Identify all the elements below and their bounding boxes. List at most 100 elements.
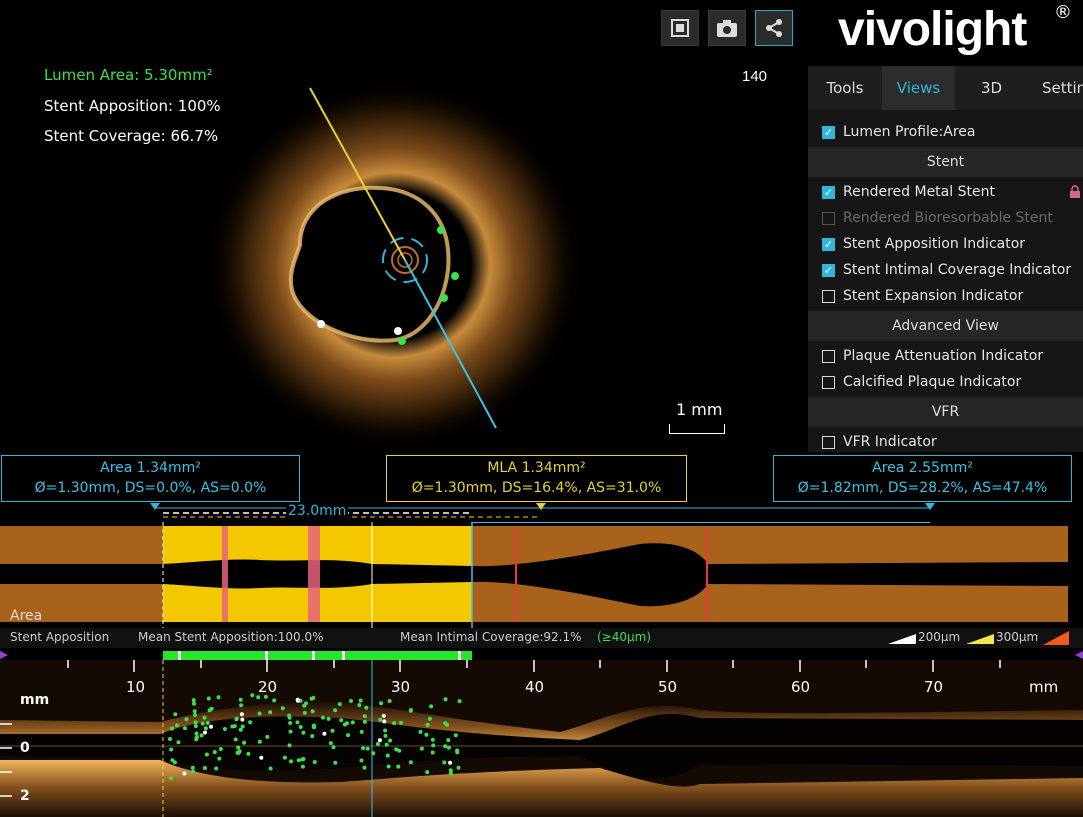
strut-dot — [385, 753, 390, 758]
checkbox-checked-icon[interactable]: ✓ — [822, 237, 835, 251]
strut-dot — [330, 728, 335, 733]
strut-dot — [222, 727, 227, 731]
strut-dot — [295, 720, 300, 725]
strut-dot — [425, 722, 430, 727]
checkbox-unchecked-icon[interactable] — [822, 375, 835, 389]
strut-dot — [202, 715, 207, 720]
checkbox-unchecked-icon[interactable] — [822, 435, 835, 449]
strut-dot — [387, 699, 392, 703]
strut-dot — [182, 771, 187, 776]
strut-dot — [280, 706, 285, 711]
mla-box[interactable]: MLA 1.34mm² Ø=1.30mm, DS=16.4%, AS=31.0% — [386, 455, 687, 502]
x-tick-label: 40 — [525, 678, 545, 696]
strut-dot — [175, 723, 179, 728]
strut-dot — [190, 765, 195, 770]
checkbox-unchecked-icon[interactable] — [822, 349, 835, 363]
strut-dot — [309, 696, 314, 701]
rendered-bioresorbable-stent-option: Rendered Bioresorbable Stent — [808, 205, 1083, 231]
strut-dot — [399, 720, 404, 725]
lumen-area-profile[interactable]: Area — [0, 522, 1083, 628]
strut-dot — [443, 721, 448, 726]
strut-dot — [203, 730, 207, 735]
tab-views[interactable]: Views — [882, 66, 955, 110]
frame-number: 140 — [742, 68, 768, 85]
strut — [440, 294, 448, 302]
strut-dot — [382, 719, 387, 724]
option-label: Stent Apposition Indicator — [843, 236, 1026, 252]
strut-dot — [170, 726, 174, 731]
tab-bar: Tools Views 3D Setting — [808, 66, 1083, 110]
strut-dot — [321, 715, 325, 720]
strut — [398, 337, 406, 345]
checkbox-checked-icon[interactable]: ✓ — [822, 185, 835, 199]
stent-expansion-indicator-option[interactable]: Stent Expansion Indicator — [808, 283, 1083, 309]
strut-dot — [388, 738, 392, 743]
section-vfr-header: VFR — [808, 397, 1083, 427]
strut-dot — [199, 733, 204, 738]
strut-dot — [268, 766, 273, 771]
stent-length-label: 23.0mm — [286, 503, 349, 519]
scale-label: 1 mm — [676, 400, 723, 419]
cross-section-view[interactable]: Lumen Area: 5.30mm² Stent Apposition: 10… — [0, 0, 808, 452]
strut-dot — [200, 721, 205, 726]
strut-dot — [218, 747, 223, 751]
strut-dot — [169, 747, 174, 752]
strut-dot — [310, 709, 315, 714]
mla-title: MLA 1.34mm² — [487, 460, 586, 476]
legend-orange-icon — [1043, 631, 1069, 645]
lumen-area-readout: Lumen Area: 5.30mm² — [44, 66, 213, 84]
strut-dot — [172, 760, 177, 765]
share-button[interactable] — [755, 10, 793, 46]
checkbox-unchecked-icon[interactable] — [822, 289, 835, 303]
stent-intimal-coverage-option[interactable]: ✓ Stent Intimal Coverage Indicator — [808, 257, 1083, 283]
lumen-profile-option[interactable]: ✓ Lumen Profile:Area — [808, 119, 1083, 145]
strut-dot — [239, 712, 244, 717]
plaque-attenuation-option[interactable]: Plaque Attenuation Indicator — [808, 343, 1083, 369]
strut-dot — [442, 760, 447, 765]
strut-dot — [217, 756, 222, 761]
strut-dot — [289, 759, 293, 764]
strut-dot — [282, 755, 287, 760]
option-label: Stent Intimal Coverage Indicator — [843, 262, 1072, 278]
strut-dot — [322, 731, 327, 736]
coverage-threshold: (≥40μm) — [597, 630, 652, 644]
strut-dot — [250, 693, 255, 698]
strut-dot — [298, 725, 303, 729]
strut-dot — [232, 724, 237, 729]
vfr-indicator-option[interactable]: VFR Indicator — [808, 429, 1083, 452]
tab-3d[interactable]: 3D — [955, 66, 1028, 110]
right-marker-icon — [925, 503, 935, 510]
tab-tools[interactable]: Tools — [808, 66, 882, 110]
fullscreen-button[interactable] — [661, 10, 699, 46]
strut-dot — [203, 726, 208, 731]
calcified-plaque-option[interactable]: Calcified Plaque Indicator — [808, 369, 1083, 395]
checkbox-checked-icon[interactable]: ✓ — [822, 263, 835, 277]
strut-dot — [169, 776, 174, 781]
tab-setting[interactable]: Setting — [1028, 66, 1083, 110]
longitudinal-view[interactable]: 10 20 30 40 50 60 70 mm mm 0 2 — [0, 660, 1083, 817]
apposition-bar[interactable] — [0, 648, 1083, 663]
camera-button[interactable] — [708, 10, 746, 46]
stent-apposition-indicator-option[interactable]: ✓ Stent Apposition Indicator — [808, 231, 1083, 257]
left-reference-title: Area 1.34mm² — [100, 460, 201, 476]
lock-icon — [1070, 185, 1080, 198]
strut-dot — [240, 724, 245, 729]
strut-dot — [446, 738, 451, 743]
registered-mark: ® — [1054, 2, 1072, 23]
left-reference-box[interactable]: Area 1.34mm² Ø=1.30mm, DS=0.0%, AS=0.0% — [1, 455, 300, 502]
right-reference-box[interactable]: Area 2.55mm² Ø=1.82mm, DS=28.2%, AS=47.4… — [773, 455, 1072, 502]
strut-dot — [377, 738, 382, 743]
strut-dot — [371, 751, 376, 756]
camera-icon — [717, 20, 737, 37]
rendered-metal-stent-option[interactable]: ✓ Rendered Metal Stent — [808, 179, 1083, 205]
stent-status-bar: Stent Apposition Mean Stent Apposition:1… — [0, 628, 1083, 648]
strut-dot — [216, 695, 221, 700]
stent-apposition-label: Stent Apposition — [10, 630, 110, 644]
area-view-label: Area — [10, 608, 43, 624]
x-axis-unit: mm — [1029, 678, 1059, 696]
strut-dot — [331, 745, 336, 750]
checkbox-checked-icon[interactable]: ✓ — [822, 125, 835, 139]
strut-dot — [287, 715, 292, 720]
scale-bar — [669, 424, 725, 434]
strut-dot — [259, 755, 264, 760]
